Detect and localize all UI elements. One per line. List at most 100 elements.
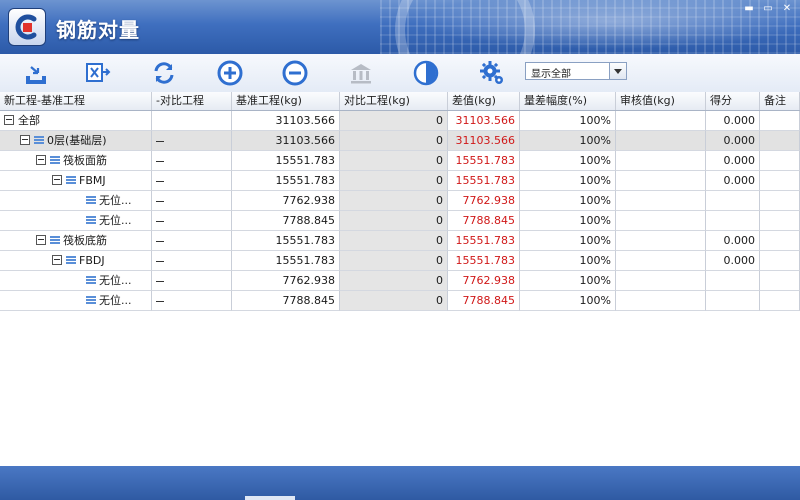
- compare-kg-cell[interactable]: 0: [340, 271, 448, 291]
- table-row[interactable]: 无位... 7762.938 0 7762.938 100%: [0, 271, 800, 291]
- table-row[interactable]: 无位... 7762.938 0 7762.938 100%: [0, 191, 800, 211]
- audit-kg-cell[interactable]: [616, 251, 706, 271]
- table-row[interactable]: 筏板面筋 15551.783 0 15551.783 100% 0.000: [0, 151, 800, 171]
- tree-node-cell[interactable]: FBDJ: [0, 251, 152, 271]
- dash-icon: [156, 160, 164, 162]
- table-row[interactable]: 筏板底筋 15551.783 0 15551.783 100% 0.000: [0, 231, 800, 251]
- tree-node-cell[interactable]: 无位...: [0, 191, 152, 211]
- export-tray-button[interactable]: [22, 59, 50, 87]
- audit-kg-cell[interactable]: [616, 171, 706, 191]
- close-button[interactable]: ✕: [781, 4, 793, 14]
- audit-kg-cell[interactable]: [616, 131, 706, 151]
- tree-node-cell[interactable]: FBMJ: [0, 171, 152, 191]
- note-cell[interactable]: [760, 271, 800, 291]
- tree-node-icon: [86, 276, 96, 284]
- diff-kg-cell: 7788.845: [448, 291, 520, 311]
- toggle-view-button[interactable]: [412, 59, 440, 87]
- title-decoration-ring: [395, 0, 535, 54]
- audit-kg-cell[interactable]: [616, 291, 706, 311]
- note-cell[interactable]: [760, 171, 800, 191]
- score-cell: 0.000: [706, 171, 760, 191]
- base-kg-cell: 7788.845: [232, 291, 340, 311]
- base-kg-cell: 15551.783: [232, 151, 340, 171]
- table-row[interactable]: 全部 31103.566 0 31103.566 100% 0.000: [0, 111, 800, 131]
- tree-collapse-icon[interactable]: [52, 255, 62, 265]
- audit-kg-cell[interactable]: [616, 231, 706, 251]
- display-filter-dropdown[interactable]: 显示全部: [525, 62, 627, 80]
- audit-kg-cell[interactable]: [616, 151, 706, 171]
- col-header-compare-kg[interactable]: 对比工程(kg): [340, 92, 448, 110]
- note-cell[interactable]: [760, 151, 800, 171]
- note-cell[interactable]: [760, 191, 800, 211]
- dash-icon: [156, 200, 164, 202]
- compare-kg-cell[interactable]: 0: [340, 111, 448, 131]
- tree-node-label: 无位...: [99, 274, 132, 287]
- tree-node-cell[interactable]: 全部: [0, 111, 152, 131]
- settings-button[interactable]: [478, 59, 506, 87]
- base-kg-cell: 15551.783: [232, 171, 340, 191]
- tree-node-cell[interactable]: 无位...: [0, 211, 152, 231]
- tree-collapse-icon[interactable]: [20, 135, 30, 145]
- note-cell[interactable]: [760, 231, 800, 251]
- building-button[interactable]: [347, 59, 375, 87]
- col-header-ratio[interactable]: 量差幅度(%): [520, 92, 616, 110]
- tree-node-cell[interactable]: 筏板底筋: [0, 231, 152, 251]
- compare-kg-cell[interactable]: 0: [340, 291, 448, 311]
- audit-kg-cell[interactable]: [616, 211, 706, 231]
- tree-collapse-icon[interactable]: [36, 155, 46, 165]
- col-header-base-kg[interactable]: 基准工程(kg): [232, 92, 340, 110]
- col-header-score[interactable]: 得分: [706, 92, 760, 110]
- base-kg-cell: 7788.845: [232, 211, 340, 231]
- table-row[interactable]: FBDJ 15551.783 0 15551.783 100% 0.000: [0, 251, 800, 271]
- tree-node-cell[interactable]: 无位...: [0, 291, 152, 311]
- tree-collapse-icon[interactable]: [36, 235, 46, 245]
- note-cell[interactable]: [760, 251, 800, 271]
- compare-kg-cell[interactable]: 0: [340, 191, 448, 211]
- col-header-name[interactable]: 新工程-基准工程: [0, 92, 152, 110]
- note-cell[interactable]: [760, 131, 800, 151]
- refresh-button[interactable]: [150, 59, 178, 87]
- tree-node-cell[interactable]: 0层(基础层): [0, 131, 152, 151]
- export-excel-button[interactable]: [84, 59, 112, 87]
- score-cell: 0.000: [706, 111, 760, 131]
- score-cell: [706, 291, 760, 311]
- table-row[interactable]: 无位... 7788.845 0 7788.845 100%: [0, 211, 800, 231]
- compare-kg-cell[interactable]: 0: [340, 131, 448, 151]
- tree-collapse-icon[interactable]: [52, 175, 62, 185]
- tree-node-label: FBDJ: [79, 254, 105, 267]
- compare-kg-cell[interactable]: 0: [340, 151, 448, 171]
- expand-all-button[interactable]: [216, 59, 244, 87]
- note-cell[interactable]: [760, 291, 800, 311]
- table-row[interactable]: 无位... 7788.845 0 7788.845 100%: [0, 291, 800, 311]
- audit-kg-cell[interactable]: [616, 191, 706, 211]
- compare-kg-cell[interactable]: 0: [340, 171, 448, 191]
- audit-kg-cell[interactable]: [616, 111, 706, 131]
- col-header-diff-kg[interactable]: 差值(kg): [448, 92, 520, 110]
- tree-node-cell[interactable]: 无位...: [0, 271, 152, 291]
- col-header-compare-project[interactable]: -对比工程: [152, 92, 232, 110]
- compare-project-cell: [152, 191, 232, 211]
- diff-kg-cell: 31103.566: [448, 131, 520, 151]
- compare-kg-cell[interactable]: 0: [340, 251, 448, 271]
- compare-kg-cell[interactable]: 0: [340, 231, 448, 251]
- compare-kg-cell[interactable]: 0: [340, 211, 448, 231]
- col-header-audit-kg[interactable]: 审核值(kg): [616, 92, 706, 110]
- compare-project-cell: [152, 271, 232, 291]
- note-cell[interactable]: [760, 211, 800, 231]
- table-row[interactable]: FBMJ 15551.783 0 15551.783 100% 0.000: [0, 171, 800, 191]
- chevron-down-icon[interactable]: [609, 63, 626, 79]
- tree-node-cell[interactable]: 筏板面筋: [0, 151, 152, 171]
- col-header-note[interactable]: 备注: [760, 92, 800, 110]
- title-bar: 钢筋对量 ▬ ▭ ✕: [0, 0, 800, 54]
- maximize-button[interactable]: ▭: [762, 4, 774, 14]
- tree-collapse-icon[interactable]: [4, 115, 14, 125]
- audit-kg-cell[interactable]: [616, 271, 706, 291]
- base-kg-cell: 31103.566: [232, 111, 340, 131]
- table-row[interactable]: 0层(基础层) 31103.566 0 31103.566 100% 0.000: [0, 131, 800, 151]
- note-cell[interactable]: [760, 111, 800, 131]
- diff-kg-cell: 7788.845: [448, 211, 520, 231]
- collapse-all-button[interactable]: [281, 59, 309, 87]
- tree-node-icon: [86, 216, 96, 224]
- minimize-button[interactable]: ▬: [743, 4, 755, 14]
- diff-kg-cell: 15551.783: [448, 171, 520, 191]
